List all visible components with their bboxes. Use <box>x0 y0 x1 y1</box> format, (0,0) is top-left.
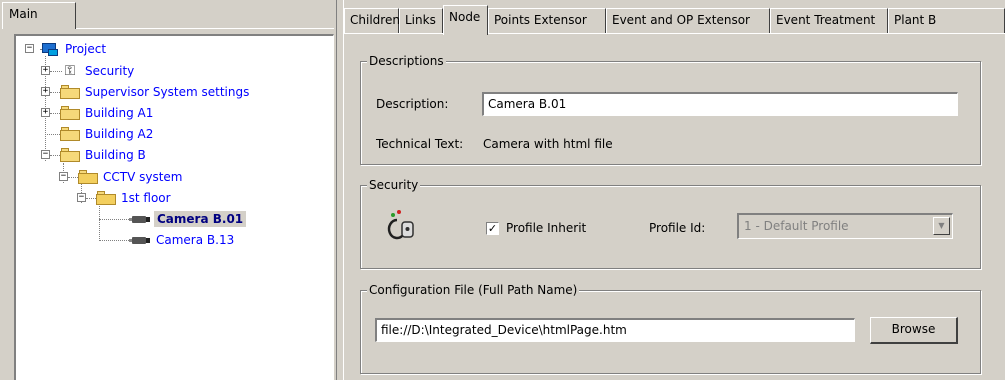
collapse-toggle[interactable]: − <box>59 172 68 181</box>
left-pane: Main − + + + − − − Project ⚿ Security Su… <box>0 0 336 380</box>
tab-event-op-extensor[interactable]: Event and OP Extensor <box>606 8 770 34</box>
tree-item-security[interactable]: ⚿ Security <box>60 62 136 80</box>
group-title: Descriptions <box>367 54 446 68</box>
tree-connector <box>99 240 129 241</box>
tab-label: Plant B <box>894 13 937 27</box>
tab-label: Node <box>449 10 481 24</box>
tree-item-building-a1[interactable]: Building A1 <box>60 104 155 122</box>
tab-links[interactable]: Links <box>399 8 443 34</box>
camera-icon <box>129 213 151 225</box>
tab-plant[interactable]: Plant B <box>888 8 1005 34</box>
project-tree[interactable]: − + + + − − − Project ⚿ Security Supervi… <box>14 34 334 380</box>
tab-label: Event and OP Extensor <box>612 13 750 27</box>
collapse-toggle[interactable]: − <box>77 193 86 202</box>
folder-icon <box>60 148 80 162</box>
config-file-group: Configuration File (Full Path Name) file… <box>360 283 981 374</box>
tree-connector <box>99 219 129 220</box>
group-title: Security <box>367 178 421 192</box>
group-title: Configuration File (Full Path Name) <box>367 283 580 297</box>
tab-label: Links <box>405 13 436 27</box>
security-group: Security ✓ Profile Inherit Profile Id: 1… <box>360 178 981 269</box>
tab-label: Points Extensor <box>494 13 587 27</box>
right-pane: Children Links Node Points Extensor Even… <box>344 0 1005 380</box>
tab-strip: Children Links Node Points Extensor Even… <box>344 0 1005 35</box>
browse-button[interactable]: Browse <box>870 317 958 344</box>
profile-inherit-checkbox[interactable]: ✓ <box>486 222 499 235</box>
collapse-toggle[interactable]: − <box>41 150 50 159</box>
tree-item-1st-floor[interactable]: 1st floor <box>96 189 173 207</box>
tab-event-treatment[interactable]: Event Treatment <box>770 8 888 34</box>
config-path-input[interactable]: file://D:\Integrated_Device\htmlPage.htm <box>375 318 855 342</box>
tree-item-label: Supervisor System settings <box>85 85 250 99</box>
folder-icon <box>60 127 80 141</box>
profile-id-value: 1 - Default Profile <box>744 219 849 233</box>
tab-main[interactable]: Main <box>2 2 76 29</box>
profile-inherit-label: Profile Inherit <box>506 221 587 235</box>
folder-open-icon <box>78 170 98 184</box>
description-input[interactable]: Camera B.01 <box>482 92 958 116</box>
expand-toggle[interactable]: + <box>41 66 50 75</box>
tab-node[interactable]: Node <box>443 5 488 35</box>
tree-item-label: Building A1 <box>85 106 154 120</box>
tab-children[interactable]: Children <box>344 8 400 34</box>
pane-splitter[interactable] <box>336 0 344 380</box>
tree-item-label: Building B <box>85 148 146 162</box>
tab-label: Event Treatment <box>776 13 876 27</box>
tree-item-cctv-system[interactable]: CCTV system <box>78 168 185 186</box>
tree-connector <box>99 203 100 241</box>
description-label: Description: <box>376 97 449 111</box>
profile-id-label: Profile Id: <box>649 221 706 235</box>
project-icon <box>40 41 60 57</box>
folder-open-icon <box>96 191 116 205</box>
tree-item-label-selected: Camera B.01 <box>154 211 247 227</box>
tree-item-building-a2[interactable]: Building A2 <box>60 125 155 143</box>
tree-item-label: Project <box>65 42 107 56</box>
security-key-icon: ⚿ <box>64 63 76 79</box>
expand-toggle[interactable]: + <box>41 87 50 96</box>
chevron-down-icon[interactable]: ▼ <box>933 217 950 235</box>
tree-item-building-b[interactable]: Building B <box>60 146 148 164</box>
tree-item-supervisor-settings[interactable]: Supervisor System settings <box>60 83 251 101</box>
tree-item-project[interactable]: Project <box>40 40 108 58</box>
tree-item-label: 1st floor <box>121 191 171 205</box>
tree-item-label: Security <box>85 64 135 78</box>
folder-icon <box>60 85 80 99</box>
tab-points-extensor[interactable]: Points Extensor <box>488 8 606 34</box>
tab-label: Children <box>350 13 400 27</box>
technical-text-label: Technical Text: <box>376 137 464 151</box>
collapse-toggle[interactable]: − <box>25 44 34 53</box>
tree-item-label: CCTV system <box>103 170 183 184</box>
tree-item-label: Camera B.13 <box>156 233 235 247</box>
tree-item-camera-b01[interactable]: Camera B.01 <box>129 210 247 228</box>
camera-icon <box>129 234 151 246</box>
profile-id-dropdown[interactable]: 1 - Default Profile ▼ <box>737 213 953 239</box>
tree-item-camera-b13[interactable]: Camera B.13 <box>129 231 236 249</box>
folder-icon <box>60 106 80 120</box>
tree-item-label: Building A2 <box>85 127 154 141</box>
tab-main-label: Main <box>9 7 38 21</box>
tab-separator <box>76 28 334 29</box>
technical-text-value: Camera with html file <box>483 137 613 151</box>
descriptions-group: Descriptions Description: Camera B.01 Te… <box>360 54 981 165</box>
expand-toggle[interactable]: + <box>41 108 50 117</box>
security-key-icon <box>387 210 414 240</box>
